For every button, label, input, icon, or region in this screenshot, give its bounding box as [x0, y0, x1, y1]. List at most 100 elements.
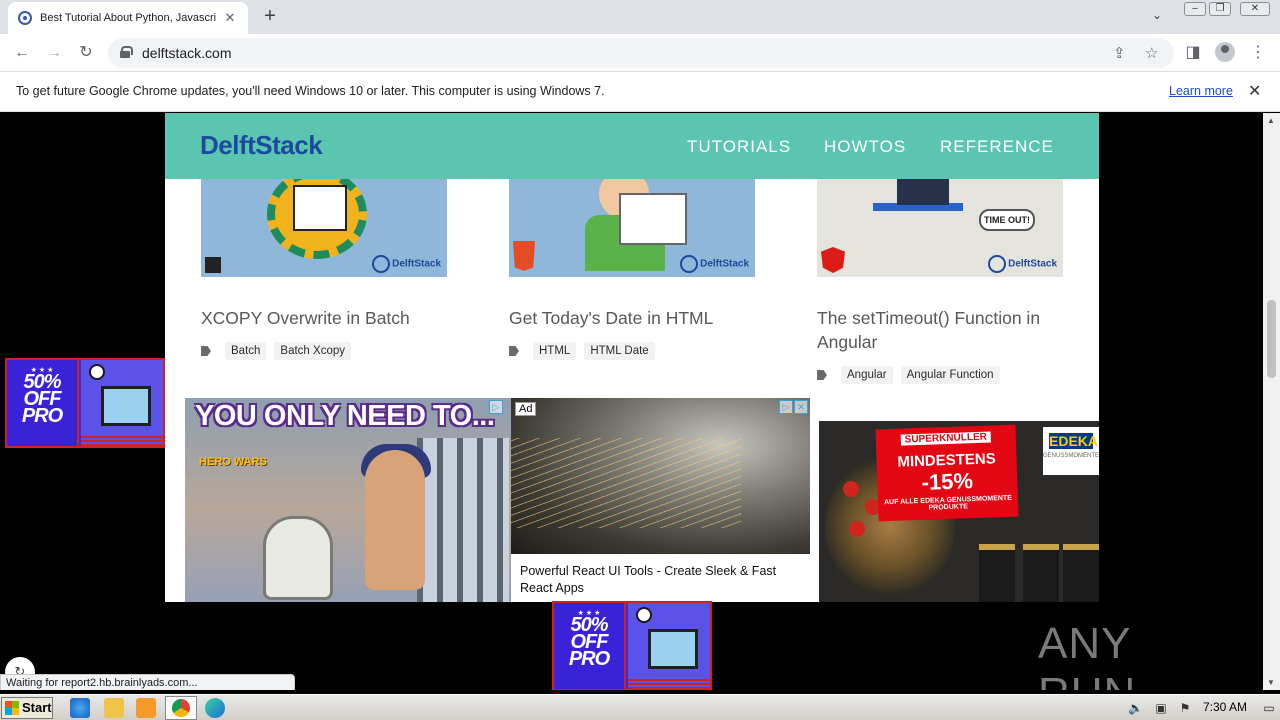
taskbar-clock[interactable]: 7:30 AM	[1203, 700, 1247, 714]
infobar-close-icon[interactable]: ✕	[1248, 81, 1261, 101]
ad-caption[interactable]: Powerful React UI Tools - Create Sleek &…	[520, 563, 805, 597]
edeka-ad[interactable]: SUPERKNÜLLER MINDESTENS -15% AUF ALLE ED…	[819, 421, 1099, 602]
discount-banner: SUPERKNÜLLER MINDESTENS -15% AUF ALLE ED…	[875, 424, 1019, 522]
anyrun-watermark: ANY RUN	[1038, 613, 1238, 690]
promo-ad-bottom[interactable]: ★ ★ ★ 50% OFF PRO	[552, 601, 712, 690]
back-arrow-icon[interactable]: ←	[10, 41, 34, 65]
react-ui-tools-ad[interactable]: Ad ▷ ✕ Powerful React UI Tools - Create …	[511, 398, 810, 602]
tag-link[interactable]: HTML	[533, 342, 577, 360]
browser-tab[interactable]: Best Tutorial About Python, Javascript ✕	[8, 2, 248, 34]
minimize-button[interactable]: –	[1184, 2, 1206, 16]
delftstack-watermark: DelftStack	[988, 255, 1057, 273]
monitor-icon	[897, 179, 949, 205]
scroll-up-icon[interactable]: ▲	[1267, 116, 1275, 125]
logo-text[interactable]: DelftStack	[200, 130, 323, 160]
promo-product: PRO	[568, 648, 610, 670]
promo-ad-left[interactable]: ★ ★ ★ 50% OFF PRO	[5, 358, 165, 448]
hero-character	[365, 450, 425, 590]
tag-link[interactable]: Angular	[841, 366, 893, 384]
chrome-taskbar-button[interactable]	[165, 696, 197, 720]
media-player-icon[interactable]	[136, 698, 156, 718]
share-icon[interactable]: ⇪	[1113, 44, 1126, 62]
profile-avatar-icon[interactable]	[1215, 42, 1235, 62]
nav-tutorials[interactable]: TUTORIALS	[687, 137, 791, 157]
document-icon	[293, 185, 347, 231]
action-center-flag-icon[interactable]: ⚑	[1178, 701, 1192, 715]
restore-button[interactable]: ❐	[1209, 2, 1231, 16]
computer-icon	[101, 386, 151, 426]
chrome-icon	[172, 699, 190, 717]
post-title-settimeout[interactable]: The setTimeout() Function in Angular	[817, 306, 1063, 354]
tag-link[interactable]: Batch	[225, 342, 267, 360]
tag-link[interactable]: Angular Function	[900, 366, 1000, 384]
scroll-down-icon[interactable]: ▼	[1267, 678, 1275, 687]
tab-close-icon[interactable]: ✕	[222, 10, 238, 26]
product-box	[1063, 544, 1099, 602]
post-thumbnail-html-date[interactable]: DelftStack	[509, 179, 755, 277]
network-icon[interactable]: ▣	[1154, 701, 1168, 715]
sparks-illustration	[511, 438, 741, 528]
promo-text-panel: ★ ★ ★ 50% OFF PRO	[7, 360, 79, 446]
terminal-icon	[205, 257, 221, 273]
watermark-text: ANY RUN	[1038, 619, 1135, 690]
forward-arrow-icon[interactable]: →	[42, 41, 66, 65]
edeka-logo: EDEKA GENUSSMOMENTE	[1043, 427, 1099, 475]
menu-kebab-icon[interactable]: ⋮	[1247, 42, 1269, 62]
site-logo[interactable]: DelftStack	[200, 130, 323, 161]
url-text[interactable]: delftstack.com	[142, 45, 231, 61]
internet-explorer-icon[interactable]	[70, 698, 90, 718]
adchoices-icon[interactable]: ▷	[489, 400, 503, 414]
infobar-message: To get future Google Chrome updates, you…	[16, 84, 605, 98]
side-panel-icon[interactable]: ◨	[1182, 42, 1204, 62]
window-close-button[interactable]: ✕	[1240, 2, 1270, 16]
learn-more-link[interactable]: Learn more	[1169, 84, 1233, 98]
post-tags-xcopy: Batch Batch Xcopy	[201, 342, 351, 360]
nav-howtos[interactable]: HOWTOS	[824, 137, 906, 157]
tab-strip: Best Tutorial About Python, Javascript ✕…	[0, 0, 1280, 34]
start-button[interactable]: Start	[1, 697, 53, 719]
bookmark-star-icon[interactable]: ☆	[1145, 44, 1158, 62]
post-title-html-date[interactable]: Get Today's Date in HTML	[509, 306, 755, 330]
banner-discount: -15%	[921, 468, 974, 495]
html5-icon	[513, 241, 535, 271]
hero-wars-ad[interactable]: HERO WARS YOU ONLY NEED TO... ▷	[185, 398, 511, 602]
vertical-scrollbar[interactable]: ▲ ▼	[1263, 113, 1280, 690]
web-page-viewport: DelftStack DelftStack TIME OUT! DelftSta…	[0, 113, 1280, 690]
ad-badge: Ad	[515, 402, 537, 416]
start-label: Start	[22, 700, 52, 715]
scrollbar-thumb[interactable]	[1267, 300, 1276, 378]
toilet-illustration	[263, 516, 333, 600]
nav-reference[interactable]: REFERENCE	[940, 137, 1054, 157]
adchoices-icon[interactable]: ▷	[779, 400, 793, 414]
product-box	[979, 544, 1015, 602]
lock-icon[interactable]	[120, 46, 133, 58]
ad-headline: YOU ONLY NEED TO...	[195, 400, 495, 432]
site-favicon-icon	[18, 11, 32, 25]
delftstack-watermark: DelftStack	[680, 255, 749, 273]
tab-search-chevron-icon[interactable]: ⌄	[1152, 8, 1162, 22]
volume-icon[interactable]: 🔈	[1128, 701, 1143, 715]
computer-icon	[648, 629, 698, 669]
show-desktop-icon[interactable]: ▭	[1262, 701, 1276, 715]
ad-close-icon[interactable]: ✕	[794, 400, 808, 414]
post-thumbnail-xcopy[interactable]: DelftStack	[201, 179, 447, 277]
windows-taskbar: Start 🔈 ▣ ⚑ ▭ 7:30 AM	[0, 694, 1280, 720]
new-tab-button[interactable]: +	[258, 5, 282, 29]
reload-icon[interactable]: ↻	[74, 41, 98, 65]
edeka-brand: EDEKA	[1049, 433, 1099, 449]
tag-link[interactable]: Batch Xcopy	[274, 342, 351, 360]
tag-icon	[817, 369, 833, 381]
post-tags-settimeout: Angular Angular Function	[817, 366, 1000, 384]
address-bar[interactable]: delftstack.com ⇪ ☆	[108, 38, 1174, 68]
angular-icon	[821, 247, 845, 273]
tag-link[interactable]: HTML Date	[584, 342, 655, 360]
speech-bubble: TIME OUT!	[979, 209, 1035, 231]
promo-stripe	[81, 434, 163, 446]
post-thumbnail-settimeout[interactable]: TIME OUT! DelftStack	[817, 179, 1063, 277]
update-infobar: To get future Google Chrome updates, you…	[0, 72, 1280, 112]
edge-icon[interactable]	[205, 698, 225, 718]
file-explorer-icon[interactable]	[104, 698, 124, 718]
banner-subtitle: AUF ALLE EDEKA GENUSSMOMENTE PRODUKTE	[883, 494, 1012, 512]
post-title-xcopy[interactable]: XCOPY Overwrite in Batch	[201, 306, 447, 330]
browser-toolbar: ← → ↻ delftstack.com ⇪ ☆ ◨ ⋮	[0, 34, 1280, 72]
